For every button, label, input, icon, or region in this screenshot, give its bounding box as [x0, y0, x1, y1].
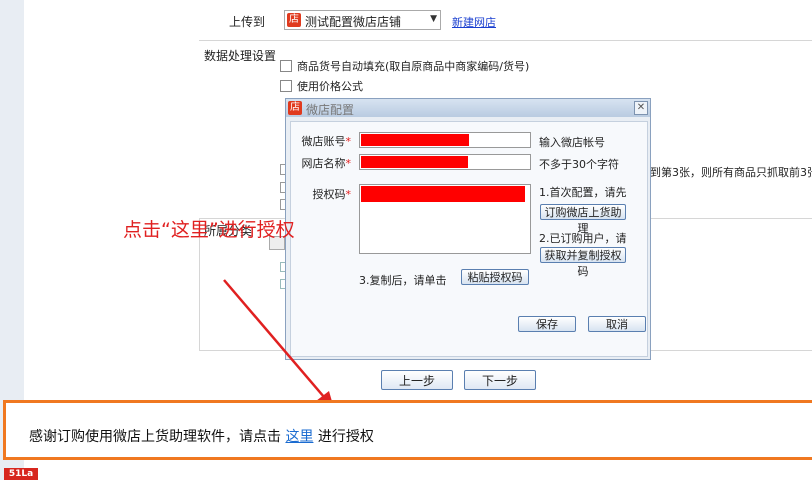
banner-text-before: 感谢订购使用微店上货助理软件，请点击 [29, 429, 281, 445]
auth-here-link[interactable]: 这里 [285, 429, 313, 445]
banner-text-after: 进行授权 [317, 429, 374, 445]
banner-text: 感谢订购使用微店上货助理软件，请点击 这里 进行授权 [29, 426, 374, 446]
auth-banner: 感谢订购使用微店上货助理软件，请点击 这里 进行授权 [3, 400, 812, 460]
stats-badge: 51La [4, 468, 38, 480]
